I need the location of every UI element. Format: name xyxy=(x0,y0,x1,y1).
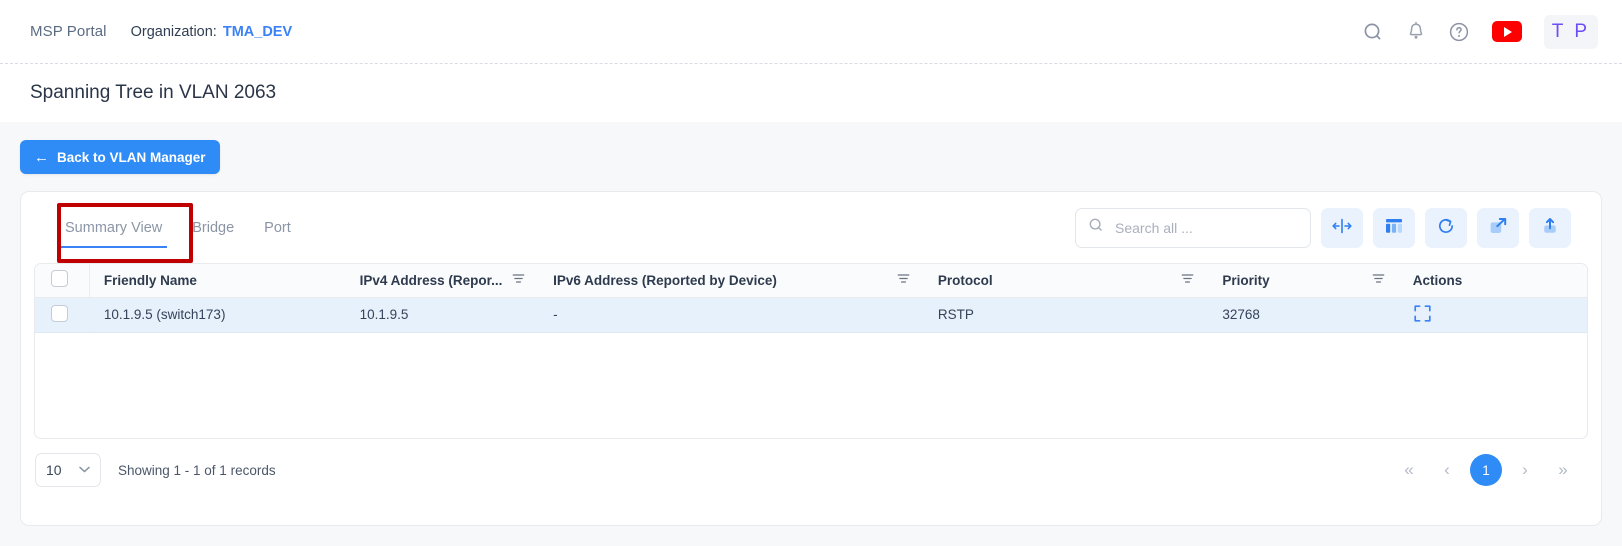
table-toolbar xyxy=(1075,207,1571,248)
cell-priority: 32768 xyxy=(1208,297,1399,333)
avatar[interactable]: T P xyxy=(1543,14,1598,49)
column-header-ipv4-address[interactable]: IPv4 Address (Repor... xyxy=(345,264,540,298)
youtube-icon[interactable] xyxy=(1491,21,1522,42)
filter-icon[interactable] xyxy=(897,272,910,288)
pagination-prev[interactable]: ‹ xyxy=(1432,455,1462,485)
cell-ipv4-address: 10.1.9.5 xyxy=(345,297,540,333)
refresh-button[interactable] xyxy=(1425,207,1467,248)
row-select-cell xyxy=(35,297,90,333)
column-header-priority[interactable]: Priority xyxy=(1208,264,1399,298)
column-label: Protocol xyxy=(937,272,993,288)
tab-summary-view[interactable]: Summary View xyxy=(51,192,176,263)
column-chooser-icon xyxy=(1384,217,1404,238)
refresh-icon xyxy=(1436,216,1456,239)
tabs-toolbar-row: Summary View Bridge Port xyxy=(34,192,1588,263)
organization-label: Organization: xyxy=(130,23,217,40)
chevron-down-icon xyxy=(79,464,90,476)
column-header-friendly-name[interactable]: Friendly Name xyxy=(89,264,346,298)
tab-summary-view-label: Summary View xyxy=(65,219,163,236)
column-label: IPv4 Address (Repor... xyxy=(359,272,503,288)
tab-bridge[interactable]: Bridge xyxy=(178,192,248,263)
tab-port-label: Port xyxy=(264,219,291,236)
column-label: IPv6 Address (Reported by Device) xyxy=(553,272,777,288)
page-title-bar: Spanning Tree in VLAN 2063 xyxy=(0,64,1622,122)
column-header-ipv6-address[interactable]: IPv6 Address (Reported by Device) xyxy=(539,264,924,298)
tab-bridge-label: Bridge xyxy=(192,219,235,236)
fit-columns-button[interactable] xyxy=(1321,207,1363,248)
expand-icon[interactable] xyxy=(1413,304,1432,323)
column-header-actions: Actions xyxy=(1398,264,1587,298)
search-input[interactable] xyxy=(1113,218,1298,237)
organization-selector[interactable]: Organization: TMA_DEV xyxy=(131,24,293,40)
spanning-tree-table: Friendly Name IPv4 Address (Repor... IPv… xyxy=(35,264,1587,333)
records-summary: Showing 1 - 1 of 1 records xyxy=(118,462,276,478)
export-icon xyxy=(1540,216,1560,239)
pagination-next[interactable]: › xyxy=(1510,455,1540,485)
fullscreen-icon xyxy=(1488,216,1508,239)
tab-port[interactable]: Port xyxy=(250,192,305,263)
organization-value[interactable]: TMA_DEV xyxy=(223,24,292,40)
search-icon[interactable] xyxy=(1362,21,1384,43)
column-label: Priority xyxy=(1222,272,1270,288)
row-checkbox[interactable] xyxy=(51,304,68,322)
column-label: Friendly Name xyxy=(103,272,197,288)
top-bar-actions: T P xyxy=(1362,14,1598,49)
column-chooser-button[interactable] xyxy=(1373,207,1415,248)
select-all-checkbox[interactable] xyxy=(51,270,68,288)
pagination: « ‹ 1 › » xyxy=(1394,454,1587,486)
content-card: Summary View Bridge Port Search all ... … xyxy=(20,191,1602,526)
search-box[interactable] xyxy=(1075,207,1311,248)
view-tabs: Summary View Bridge Port xyxy=(51,192,305,263)
pagination-page-1[interactable]: 1 xyxy=(1470,454,1502,486)
cell-actions xyxy=(1398,297,1587,333)
cell-friendly-name: 10.1.9.5 (switch173) xyxy=(89,297,346,333)
brand-label: MSP Portal xyxy=(30,23,107,40)
cell-ipv6-address: - xyxy=(539,297,924,333)
page-body: ← Back to VLAN Manager Summary View Brid… xyxy=(0,122,1622,546)
filter-icon[interactable] xyxy=(1372,272,1385,288)
back-button-label: Back to VLAN Manager xyxy=(57,149,206,165)
table-header-row: Friendly Name IPv4 Address (Repor... IPv… xyxy=(35,264,1587,298)
table-footer: 10 Showing 1 - 1 of 1 records « ‹ 1 › » xyxy=(34,439,1588,501)
arrow-left-icon: ← xyxy=(34,148,49,166)
page-size-select[interactable]: 10 xyxy=(35,453,101,487)
table-row[interactable]: 10.1.9.5 (switch173) 10.1.9.5 - RSTP 327… xyxy=(35,297,1587,333)
top-bar: MSP Portal Organization: TMA_DEV T P xyxy=(0,0,1622,64)
export-button[interactable] xyxy=(1529,207,1571,248)
back-to-vlan-manager-button[interactable]: ← Back to VLAN Manager xyxy=(20,140,220,174)
select-all-header xyxy=(35,264,90,298)
search-icon xyxy=(1088,217,1104,238)
filter-icon[interactable] xyxy=(512,272,525,288)
column-header-protocol[interactable]: Protocol xyxy=(923,264,1209,298)
page-title: Spanning Tree in VLAN 2063 xyxy=(30,82,277,103)
fullscreen-button[interactable] xyxy=(1477,207,1519,248)
cell-protocol: RSTP xyxy=(923,297,1209,333)
fit-columns-icon xyxy=(1331,217,1353,238)
help-icon[interactable] xyxy=(1448,21,1470,43)
pagination-last[interactable]: » xyxy=(1548,455,1578,485)
page-size-value: 10 xyxy=(46,462,62,478)
pagination-first[interactable]: « xyxy=(1394,455,1424,485)
bell-icon[interactable] xyxy=(1406,21,1426,42)
data-table: Friendly Name IPv4 Address (Repor... IPv… xyxy=(34,263,1588,439)
column-label: Actions xyxy=(1412,272,1463,288)
filter-icon[interactable] xyxy=(1181,272,1194,288)
